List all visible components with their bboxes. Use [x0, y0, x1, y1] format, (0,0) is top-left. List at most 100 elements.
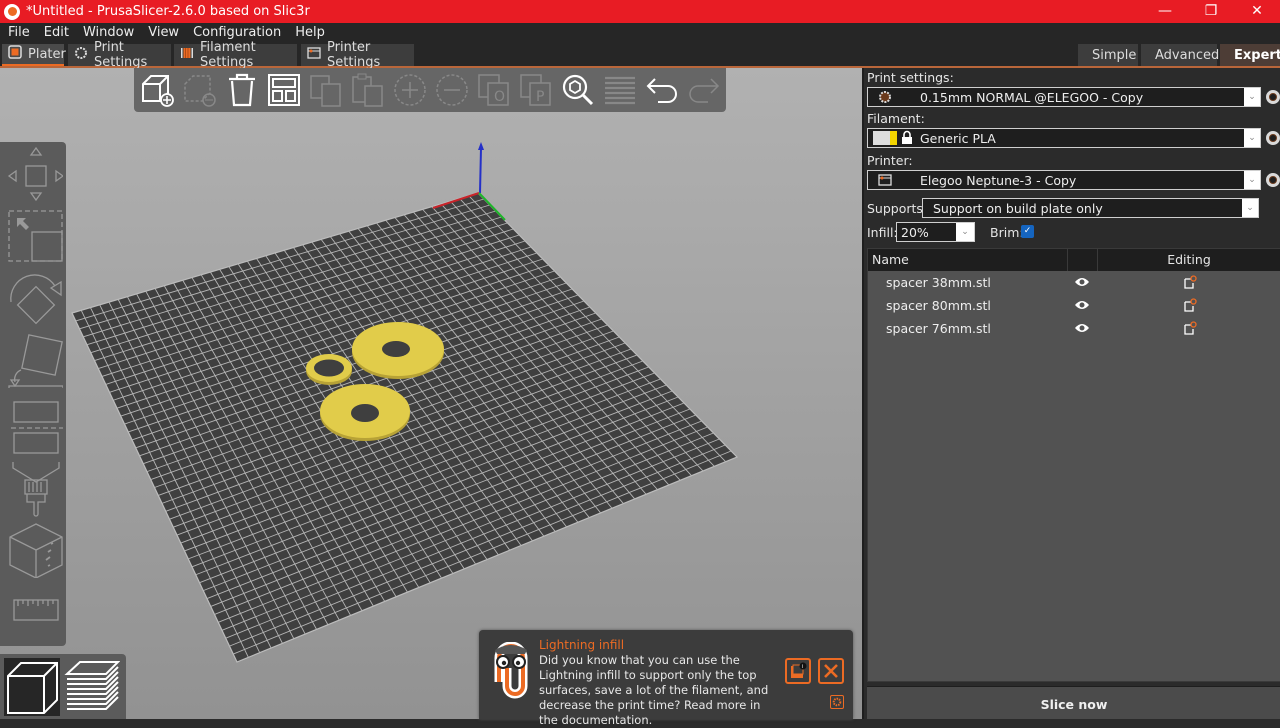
documentation-button[interactable]: i — [785, 658, 811, 684]
column-editing[interactable]: Editing — [1098, 249, 1280, 271]
tab-filament-settings[interactable]: Filament Settings — [174, 40, 297, 70]
filament-combo[interactable]: Generic PLA ⌄ — [867, 128, 1261, 148]
object-spacer-76mm[interactable] — [320, 384, 410, 441]
delete-object-icon — [184, 75, 216, 107]
trash-icon — [229, 73, 255, 107]
copy-button[interactable] — [306, 70, 346, 110]
add-object-button[interactable] — [138, 70, 178, 110]
edit-object-icon[interactable] — [1183, 275, 1197, 292]
brim-checkbox[interactable]: ✓ — [1021, 225, 1034, 238]
split-parts-icon: P — [520, 74, 551, 106]
print-settings-label: Print settings: — [867, 70, 954, 85]
close-button[interactable]: ✕ — [1234, 0, 1280, 23]
printer-combo[interactable]: Elegoo Neptune-3 - Copy ⌄ — [867, 170, 1261, 190]
object-list: Name Editing spacer 38mm.stl spacer 80mm… — [867, 248, 1280, 682]
split-objects-button[interactable]: O — [474, 70, 514, 110]
edit-object-icon[interactable] — [1183, 298, 1197, 315]
remove-instance-button[interactable] — [432, 70, 472, 110]
search-button[interactable] — [558, 70, 598, 110]
menu-edit[interactable]: Edit — [44, 25, 69, 40]
hint-title: Lightning infill — [539, 638, 625, 652]
column-name[interactable]: Name — [868, 249, 1068, 271]
eye-icon[interactable] — [1074, 299, 1090, 314]
object-row[interactable]: spacer 80mm.stl — [868, 294, 1280, 317]
measure-tool-button[interactable] — [0, 596, 66, 626]
menu-window[interactable]: Window — [83, 25, 134, 40]
menu-configuration[interactable]: Configuration — [193, 25, 281, 40]
edit-object-icon[interactable] — [1183, 321, 1197, 338]
tab-print-settings[interactable]: Print Settings — [68, 40, 171, 70]
preview-button[interactable] — [64, 658, 120, 716]
scale-tool-button[interactable] — [0, 208, 66, 264]
hint-settings-button[interactable] — [830, 695, 844, 709]
paint-supports-tool-button[interactable] — [0, 460, 66, 520]
cut-icon — [11, 401, 63, 454]
ruler-icon — [13, 599, 59, 621]
eye-icon[interactable] — [1074, 322, 1090, 337]
svg-text:O: O — [494, 89, 505, 105]
object-row[interactable]: spacer 76mm.stl — [868, 317, 1280, 340]
add-instance-button[interactable] — [390, 70, 430, 110]
move-tool-button[interactable] — [0, 146, 66, 202]
minus-icon — [436, 74, 468, 106]
menu-bar: File Edit Window View Configuration Help — [0, 23, 1280, 42]
minimize-button[interactable]: — — [1142, 0, 1188, 23]
place-on-face-tool-button[interactable] — [0, 332, 66, 388]
3d-viewport[interactable]: O P Lightning infill Did you know that y… — [0, 68, 862, 727]
maximize-button[interactable]: ❐ — [1188, 0, 1234, 23]
z-axis-arrow — [478, 142, 484, 150]
prusaslicer-logo-icon — [4, 3, 20, 20]
layer-editing-button[interactable] — [600, 70, 640, 110]
tab-plater[interactable]: Plater — [2, 44, 66, 66]
paste-button[interactable] — [348, 70, 388, 110]
mode-simple[interactable]: Simple — [1078, 44, 1138, 66]
move-icon — [7, 146, 63, 202]
book-info-icon: i — [791, 662, 807, 678]
object-spacer-80mm[interactable] — [352, 322, 444, 379]
hint-mascot-icon — [494, 642, 528, 699]
object-list-header: Name Editing — [868, 249, 1280, 271]
print-settings-combo[interactable]: 0.15mm NORMAL @ELEGOO - Copy ⌄ — [867, 87, 1261, 107]
arrange-button[interactable] — [264, 70, 304, 110]
paint-brush-icon — [12, 462, 60, 517]
infill-combo[interactable]: 20% ⌄ — [896, 222, 975, 242]
menu-help[interactable]: Help — [295, 25, 325, 40]
slice-now-button[interactable]: Slice now — [867, 686, 1280, 719]
paint-seam-tool-button[interactable] — [0, 522, 66, 578]
split-parts-button[interactable]: P — [516, 70, 556, 110]
hint-body: Did you know that you can use the Lightn… — [539, 653, 769, 727]
cut-tool-button[interactable] — [0, 400, 66, 456]
printer-edit-gear-icon[interactable] — [1266, 173, 1280, 187]
filament-icon — [180, 46, 194, 64]
chevron-down-icon: ⌄ — [1242, 199, 1258, 217]
build-plate-scene — [71, 142, 739, 663]
menu-file[interactable]: File — [8, 25, 30, 40]
search-icon — [562, 74, 594, 106]
menu-view[interactable]: View — [148, 25, 179, 40]
undo-button[interactable] — [642, 70, 682, 110]
arrange-icon — [268, 74, 300, 106]
svg-text:i: i — [802, 664, 803, 670]
object-spacer-38mm[interactable] — [306, 354, 352, 385]
close-hint-button[interactable] — [818, 658, 844, 684]
delete-button[interactable] — [180, 70, 220, 110]
supports-combo[interactable]: Support on build plate only ⌄ — [922, 198, 1259, 218]
layers-icon — [605, 76, 635, 105]
chevron-down-icon: ⌄ — [956, 223, 974, 241]
object-row[interactable]: spacer 38mm.stl — [868, 271, 1280, 294]
chevron-down-icon: ⌄ — [1244, 88, 1260, 106]
layers-preview-icon — [64, 661, 120, 710]
print-settings-edit-gear-icon[interactable] — [1266, 90, 1280, 104]
mode-expert[interactable]: Expert — [1220, 44, 1280, 66]
filament-edit-gear-icon[interactable] — [1266, 131, 1280, 145]
rotate-tool-button[interactable] — [0, 270, 66, 326]
tab-printer-settings[interactable]: Printer Settings — [301, 40, 414, 70]
column-visibility[interactable] — [1068, 249, 1098, 271]
filament-label: Filament: — [867, 111, 925, 126]
delete-all-button[interactable] — [222, 70, 262, 110]
printer-profile-icon — [878, 173, 892, 190]
redo-button[interactable] — [684, 70, 724, 110]
eye-icon[interactable] — [1074, 276, 1090, 291]
mode-advanced[interactable]: Advanced — [1141, 44, 1219, 66]
3d-view-button[interactable] — [4, 658, 60, 716]
